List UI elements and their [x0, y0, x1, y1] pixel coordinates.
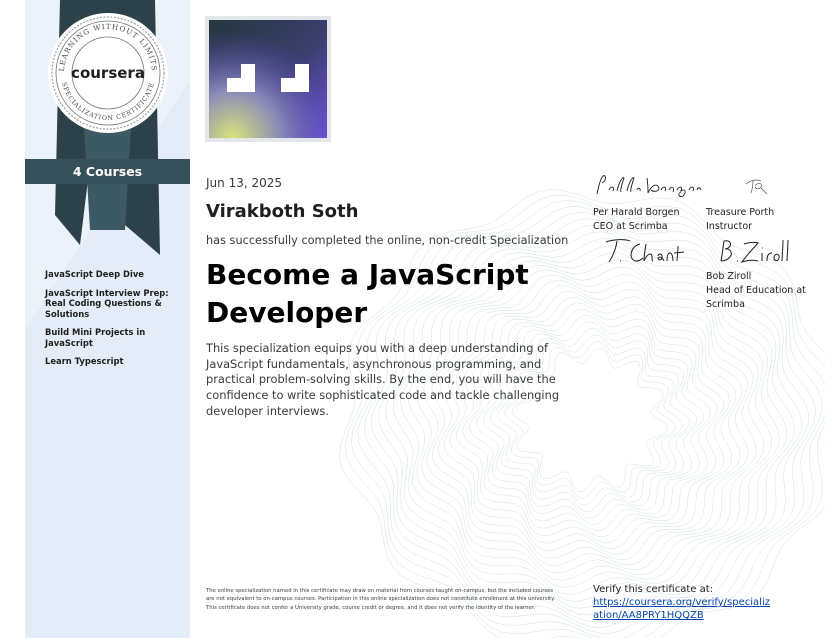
verify-label: Verify this certificate at: [593, 584, 714, 595]
signatory-role: Head of Education at Scrimba [706, 285, 806, 310]
verify-link[interactable]: https://coursera.org/verify/specializati… [593, 597, 770, 621]
signatory-name: Treasure Porth [706, 207, 775, 218]
signatory-per-harald-borgen: Per Harald Borgen CEO at Scrimba [593, 206, 680, 234]
course-item: JavaScript Interview Prep: Real Coding Q… [45, 287, 169, 319]
scrimba-logo-icon [209, 20, 327, 138]
signatory-name: Per Harald Borgen [593, 207, 680, 218]
signatory-name: Bob Ziroll [706, 271, 752, 282]
specialization-description: This specialization equips you with a de… [206, 341, 560, 418]
verify-section: Verify this certificate at: https://cour… [593, 583, 773, 622]
sidebar: LEARNING WITHOUT LIMITS SPECIALIZATION C… [25, 0, 190, 638]
signatory-role: Instructor [706, 221, 753, 232]
coursera-seal-icon: LEARNING WITHOUT LIMITS SPECIALIZATION C… [48, 13, 168, 133]
signature-t-chant [600, 236, 690, 266]
recipient-name: Virakboth Soth [206, 201, 359, 222]
completion-date: Jun 13, 2025 [206, 176, 283, 190]
disclaimer-text: The online specialization named in this … [206, 588, 556, 611]
signatory-role: CEO at Scrimba [593, 221, 668, 232]
signature-per-harald-borgen [593, 172, 703, 198]
partner-logo [205, 16, 331, 142]
courses-count-banner: 4 Courses [25, 159, 190, 184]
seal-brand: coursera [71, 64, 145, 82]
specialization-title: Become a JavaScript Developer [206, 258, 529, 329]
signature-b-ziroll [718, 236, 793, 266]
course-item: Learn Typescript [45, 356, 124, 366]
signatory-treasure-porth: Treasure Porth Instructor [706, 206, 774, 234]
signature-treasure-porth [743, 174, 769, 196]
course-list: JavaScript Deep Dive JavaScript Intervie… [45, 269, 180, 375]
signatory-bob-ziroll: Bob Ziroll Head of Education at Scrimba [706, 270, 806, 312]
completion-statement: has successfully completed the online, n… [206, 234, 569, 247]
course-item: Build Mini Projects in JavaScript [45, 327, 146, 348]
course-item: JavaScript Deep Dive [45, 269, 144, 279]
